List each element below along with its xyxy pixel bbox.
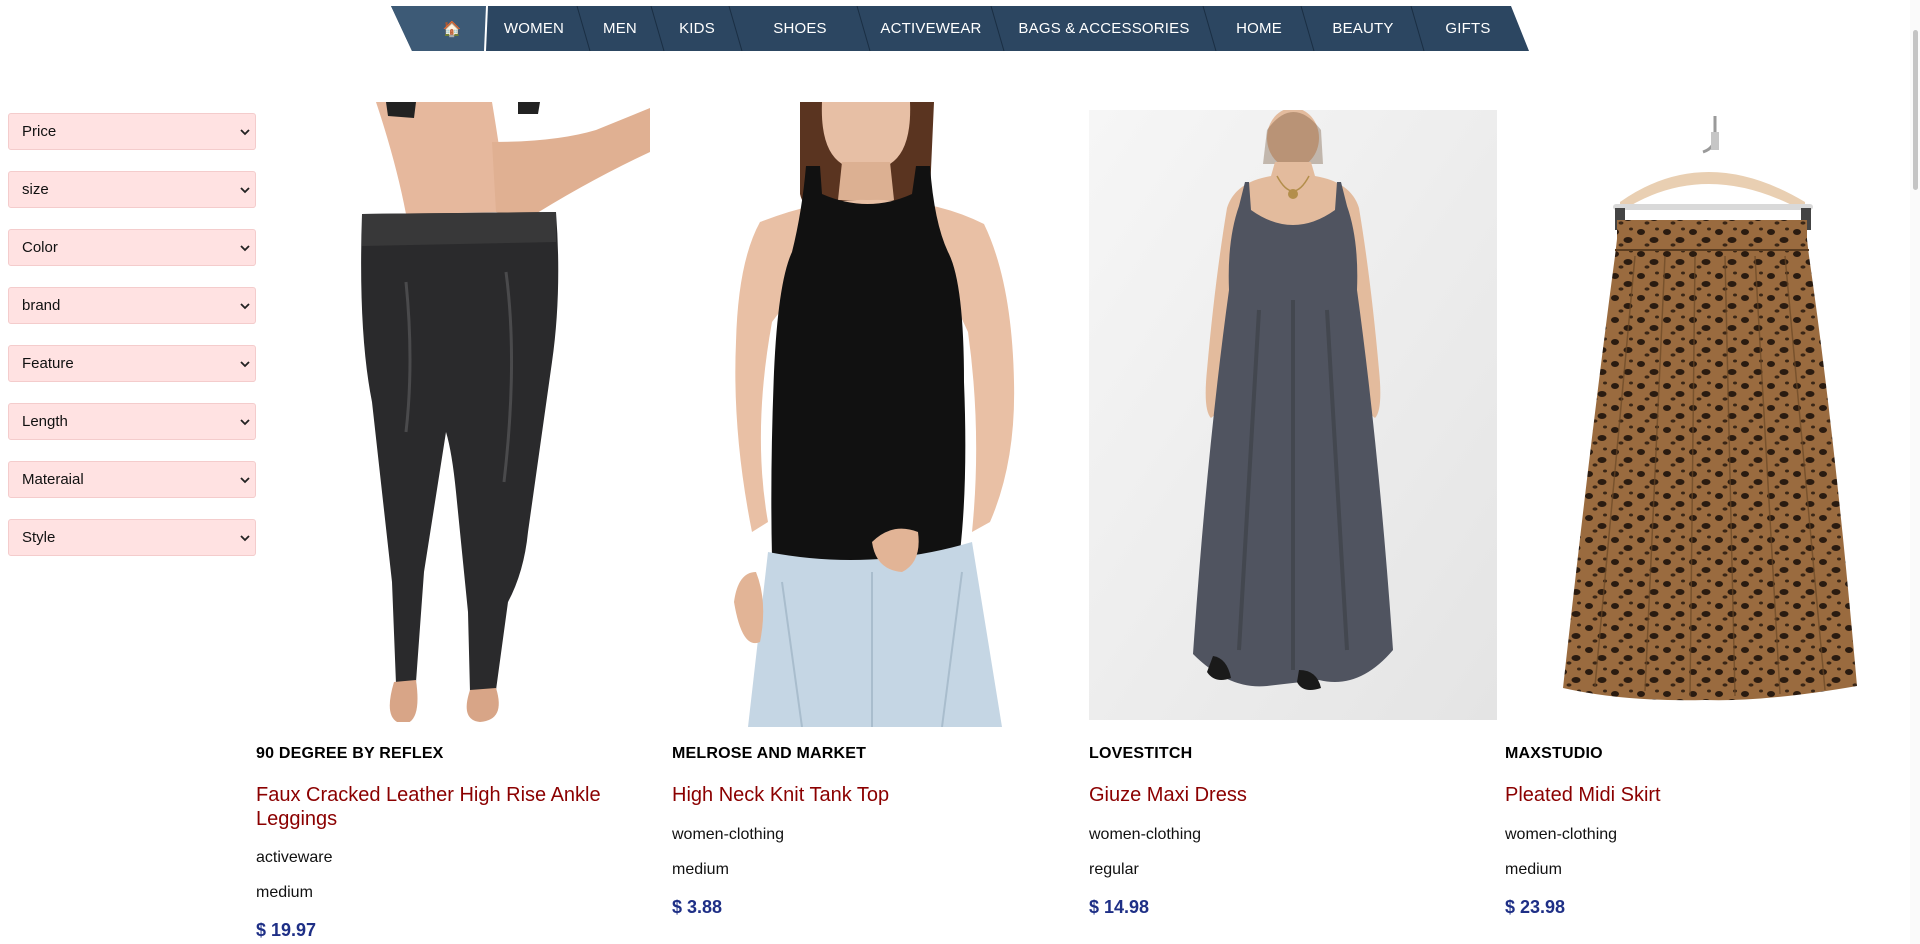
product-size: medium	[1505, 861, 1562, 878]
top-navigation: 🏠 WOMEN MEN KIDS SHOES ACTIVEWEAR BAGS &…	[391, 6, 1529, 51]
product-size: medium	[256, 884, 313, 901]
leopard-skirt-photo[interactable]	[1505, 116, 1905, 716]
product-price: $ 19.97	[256, 920, 317, 940]
chevron-down-icon	[240, 187, 250, 194]
page-scrollbar[interactable]	[1910, 0, 1920, 944]
tank-top-photo[interactable]	[672, 102, 1066, 727]
product-category: women-clothing	[1089, 826, 1202, 843]
filter-label: brand	[22, 297, 61, 314]
chevron-down-icon	[240, 245, 250, 252]
scrollbar-thumb[interactable]	[1913, 30, 1918, 190]
product-title[interactable]: Faux Cracked Leather High Rise Ankle Leg…	[256, 783, 646, 831]
filter-label: Price	[22, 123, 57, 140]
product-price: $ 14.98	[1089, 897, 1150, 917]
nav-home-goods[interactable]: HOME	[1210, 6, 1308, 51]
product-category: women-clothing	[672, 826, 785, 843]
product-title[interactable]: Giuze Maxi Dress	[1089, 783, 1479, 807]
filter-label: Materaial	[22, 471, 84, 488]
nav-women[interactable]: WOMEN	[491, 6, 577, 51]
product-category: activeware	[256, 849, 333, 866]
filter-material[interactable]: Materaial	[8, 461, 256, 498]
product-title[interactable]: Pleated Midi Skirt	[1505, 783, 1895, 807]
filter-size[interactable]: size	[8, 171, 256, 208]
filter-label: Feature	[22, 355, 74, 372]
chevron-down-icon	[240, 477, 250, 484]
nav-kids[interactable]: KIDS	[658, 6, 736, 51]
chevron-down-icon	[240, 129, 250, 136]
filter-length[interactable]: Length	[8, 403, 256, 440]
filter-label: Style	[22, 529, 56, 546]
product-size: regular	[1089, 861, 1139, 878]
filter-label: Length	[22, 413, 68, 430]
filter-label: size	[22, 181, 49, 198]
house-icon: 🏠	[442, 20, 462, 38]
product-size: medium	[672, 861, 729, 878]
product-brand: MELROSE AND MARKET	[672, 745, 867, 762]
filter-style[interactable]: Style	[8, 519, 256, 556]
chevron-down-icon	[240, 419, 250, 426]
chevron-down-icon	[240, 303, 250, 310]
filter-feature[interactable]: Feature	[8, 345, 256, 382]
product-price: $ 3.88	[672, 897, 723, 917]
chevron-down-icon	[240, 535, 250, 542]
nav-home[interactable]: 🏠	[421, 6, 483, 51]
leggings-photo[interactable]	[256, 102, 650, 722]
nav-beauty[interactable]: BEAUTY	[1308, 6, 1418, 51]
product-brand: 90 DEGREE BY REFLEX	[256, 745, 444, 762]
filter-label: Color	[22, 239, 58, 256]
nav-bags-accessories[interactable]: BAGS & ACCESSORIES	[998, 6, 1210, 51]
chevron-down-icon	[240, 361, 250, 368]
filter-sidebar: Price size Color brand Feature Length Ma…	[8, 113, 256, 577]
product-brand: MAXSTUDIO	[1505, 745, 1603, 762]
nav-shoes[interactable]: SHOES	[736, 6, 864, 51]
product-category: women-clothing	[1505, 826, 1618, 843]
maxi-dress-photo[interactable]	[1089, 110, 1497, 720]
filter-price[interactable]: Price	[8, 113, 256, 150]
product-price: $ 23.98	[1505, 897, 1566, 917]
product-brand: LOVESTITCH	[1089, 745, 1193, 762]
nav-gifts[interactable]: GIFTS	[1418, 6, 1518, 51]
filter-brand[interactable]: brand	[8, 287, 256, 324]
product-title[interactable]: High Neck Knit Tank Top	[672, 783, 1062, 807]
filter-color[interactable]: Color	[8, 229, 256, 266]
nav-men[interactable]: MEN	[584, 6, 656, 51]
nav-activewear[interactable]: ACTIVEWEAR	[864, 6, 998, 51]
